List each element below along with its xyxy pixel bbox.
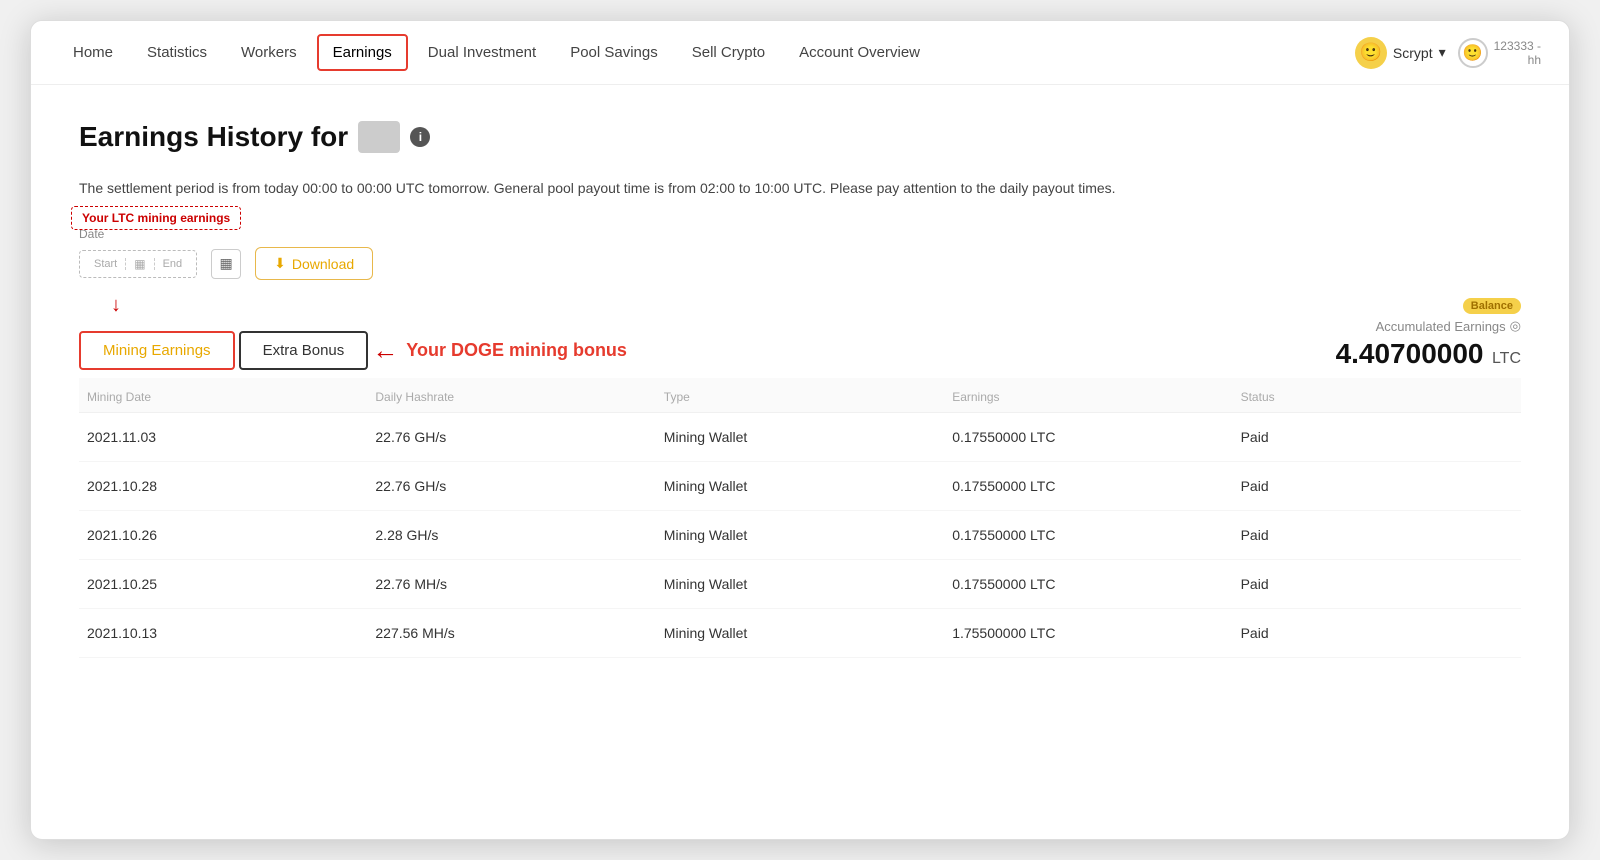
table-cell-1-0: 2021.10.28 [79, 478, 367, 494]
table-header: Mining Date Daily Hashrate Type Earnings… [79, 378, 1521, 413]
table-cell-4-0: 2021.10.13 [79, 625, 367, 641]
table-cell-2-4: Paid [1233, 527, 1521, 543]
page-title-row: Earnings History for hh i [79, 121, 1521, 153]
accumulated-currency: LTC [1492, 350, 1521, 367]
col-status: Status [1233, 390, 1521, 404]
table-cell-3-1: 22.76 MH/s [367, 576, 655, 592]
table-cell-1-1: 22.76 GH/s [367, 478, 655, 494]
table-row: 2021.10.262.28 GH/sMining Wallet0.175500… [79, 511, 1521, 560]
balance-badge: Balance [1463, 298, 1521, 314]
col-type: Type [656, 390, 944, 404]
nav-right: 🙂 Scrypt ▾ 🙂 123333 - hh [1355, 37, 1541, 69]
top-right-area: Balance Accumulated Earnings ◎ 4.4070000… [1336, 298, 1521, 370]
nav-earnings[interactable]: Earnings [317, 34, 408, 71]
doge-annotation: ← Your DOGE mining bonus [372, 335, 627, 366]
tab-mining-earnings[interactable]: Mining Earnings [79, 331, 235, 370]
download-icon: ⬇ [274, 255, 286, 272]
app-window: Home Statistics Workers Earnings Dual In… [30, 20, 1570, 840]
table-row: 2021.10.2822.76 GH/sMining Wallet0.17550… [79, 462, 1521, 511]
table-cell-2-2: Mining Wallet [656, 527, 944, 543]
eye-icon[interactable]: ◎ [1510, 318, 1521, 334]
table-cell-3-4: Paid [1233, 576, 1521, 592]
nav-account-overview[interactable]: Account Overview [785, 36, 934, 69]
tab-extra-bonus[interactable]: Extra Bonus [239, 331, 369, 370]
ltc-annotation: Your LTC mining earnings [71, 206, 241, 230]
calendar-icon[interactable]: ▦ [211, 249, 241, 279]
table-cell-2-1: 2.28 GH/s [367, 527, 655, 543]
table-cell-1-4: Paid [1233, 478, 1521, 494]
date-row: Your LTC mining earnings Start ▦ End ↓ ▦… [79, 247, 1521, 280]
nav-workers[interactable]: Workers [227, 36, 311, 69]
nav-statistics[interactable]: Statistics [133, 36, 221, 69]
nav-user[interactable]: 🙂 Scrypt ▾ [1355, 37, 1446, 69]
date-range-box[interactable]: Start ▦ End [79, 250, 197, 278]
table-cell-1-2: Mining Wallet [656, 478, 944, 494]
table-cell-2-0: 2021.10.26 [79, 527, 367, 543]
doge-arrow-icon: ← [372, 335, 398, 366]
nav-user-label: Scrypt [1393, 45, 1433, 61]
date-separator-icon: ▦ [134, 257, 145, 271]
nav-account-right: 123333 - hh [1494, 39, 1541, 67]
table-cell-1-3: 0.17550000 LTC [944, 478, 1232, 494]
info-icon[interactable]: i [410, 127, 430, 147]
download-label: Download [292, 256, 354, 272]
doge-annotation-text: Your DOGE mining bonus [406, 340, 627, 361]
table-cell-0-2: Mining Wallet [656, 429, 944, 445]
accumulated-value-row: 4.40700000 LTC [1336, 338, 1521, 370]
table-row: 2021.10.2522.76 MH/sMining Wallet0.17550… [79, 560, 1521, 609]
table-row: 2021.10.13227.56 MH/sMining Wallet1.7550… [79, 609, 1521, 658]
table-cell-4-3: 1.75500000 LTC [944, 625, 1232, 641]
table-cell-2-3: 0.17550000 LTC [944, 527, 1232, 543]
start-label: Start [94, 258, 126, 270]
main-content: Earnings History for hh i The settlement… [31, 85, 1569, 698]
ltc-arrow-down: ↓ [111, 294, 121, 317]
nav-dropdown-arrow[interactable]: ▾ [1439, 44, 1446, 61]
nav-pool-savings[interactable]: Pool Savings [556, 36, 672, 69]
nav-username: 123333 - [1494, 39, 1541, 53]
download-button[interactable]: ⬇ Download [255, 247, 373, 280]
nav-items: Home Statistics Workers Earnings Dual In… [59, 34, 1355, 71]
date-range-wrapper: Your LTC mining earnings Start ▦ End ↓ [79, 250, 197, 278]
col-daily-hashrate: Daily Hashrate [367, 390, 655, 404]
table-cell-0-3: 0.17550000 LTC [944, 429, 1232, 445]
table-cell-0-0: 2021.11.03 [79, 429, 367, 445]
nav-account[interactable]: 🙂 123333 - hh [1458, 38, 1541, 68]
settlement-text: The settlement period is from today 00:0… [79, 177, 1521, 199]
table-cell-3-2: Mining Wallet [656, 576, 944, 592]
col-mining-date: Mining Date [79, 390, 367, 404]
table-body: 2021.11.0322.76 GH/sMining Wallet0.17550… [79, 413, 1521, 658]
nav-dual-investment[interactable]: Dual Investment [414, 36, 550, 69]
tabs-left: Mining Earnings Extra Bonus ← Your DOGE … [79, 331, 627, 370]
table-cell-3-0: 2021.10.25 [79, 576, 367, 592]
table-cell-4-4: Paid [1233, 625, 1521, 641]
end-label: End [154, 258, 183, 270]
date-label: Date [79, 227, 1521, 241]
table-cell-3-3: 0.17550000 LTC [944, 576, 1232, 592]
nav-account-label: hh [1494, 53, 1541, 67]
nav-account-icon: 🙂 [1458, 38, 1488, 68]
navbar: Home Statistics Workers Earnings Dual In… [31, 21, 1569, 85]
table-cell-0-4: Paid [1233, 429, 1521, 445]
page-title-prefix: Earnings History for [79, 121, 348, 153]
page-title-blurred: hh [358, 121, 400, 153]
accumulated-value: 4.40700000 [1336, 338, 1484, 369]
table-cell-4-1: 227.56 MH/s [367, 625, 655, 641]
table-cell-4-2: Mining Wallet [656, 625, 944, 641]
accumulated-label: Accumulated Earnings ◎ [1376, 318, 1521, 334]
table-cell-0-1: 22.76 GH/s [367, 429, 655, 445]
tabs-balance-row: Mining Earnings Extra Bonus ← Your DOGE … [79, 298, 1521, 370]
table-row: 2021.11.0322.76 GH/sMining Wallet0.17550… [79, 413, 1521, 462]
nav-avatar-icon: 🙂 [1355, 37, 1387, 69]
col-earnings: Earnings [944, 390, 1232, 404]
nav-sell-crypto[interactable]: Sell Crypto [678, 36, 779, 69]
nav-home[interactable]: Home [59, 36, 127, 69]
